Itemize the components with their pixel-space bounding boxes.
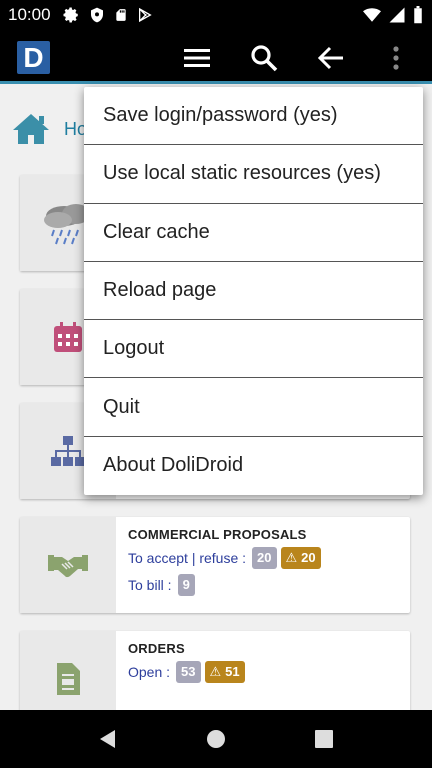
status-icons-left bbox=[62, 6, 153, 24]
proposals-title: COMMERCIAL PROPOSALS bbox=[128, 527, 307, 542]
app-bar: D bbox=[0, 30, 432, 84]
hamburger-icon bbox=[184, 49, 210, 67]
orders-open-count[interactable]: 53 bbox=[176, 661, 201, 683]
settings-icon bbox=[63, 7, 78, 23]
more-vert-icon bbox=[393, 46, 399, 70]
back-button[interactable] bbox=[313, 40, 349, 76]
status-bar: 10:00 bbox=[0, 0, 432, 30]
document-icon bbox=[57, 663, 80, 695]
nav-back-icon bbox=[100, 730, 115, 748]
nav-home-icon bbox=[207, 730, 225, 748]
nav-home-button[interactable] bbox=[204, 727, 228, 751]
menu-item-about[interactable]: About DoliDroid bbox=[84, 437, 423, 495]
menu-button[interactable] bbox=[179, 40, 215, 76]
proposals-to-bill-row[interactable]: To bill : 9 bbox=[128, 574, 321, 596]
system-nav-bar bbox=[0, 710, 432, 768]
proposals-to-bill-count[interactable]: 9 bbox=[177, 574, 195, 596]
arrow-back-icon bbox=[317, 46, 343, 70]
search-button[interactable] bbox=[246, 40, 282, 76]
sd-card-icon bbox=[116, 9, 126, 21]
proposals-to-accept-label: To accept | refuse : bbox=[128, 550, 247, 566]
nav-recents-icon bbox=[315, 730, 333, 748]
proposals-to-accept-row[interactable]: To accept | refuse : 20 ⚠ 20 bbox=[128, 547, 321, 569]
breadcrumb: Ho bbox=[12, 112, 87, 146]
status-icons-right bbox=[362, 6, 424, 24]
signal-icon bbox=[389, 7, 405, 23]
menu-item-logout[interactable]: Logout bbox=[84, 320, 423, 379]
wifi-icon bbox=[363, 8, 381, 22]
home-icon[interactable] bbox=[12, 112, 50, 146]
menu-item-quit[interactable]: Quit bbox=[84, 378, 423, 437]
warning-icon: ⚠ bbox=[209, 664, 222, 679]
org-chart-icon bbox=[51, 436, 85, 466]
overflow-menu: Save login/password (yes) Use local stat… bbox=[84, 87, 423, 496]
overflow-menu-button[interactable] bbox=[382, 40, 410, 76]
play-store-icon bbox=[139, 7, 152, 23]
proposals-late-badge[interactable]: ⚠ 20 bbox=[280, 547, 321, 569]
warning-icon: ⚠ bbox=[285, 550, 298, 565]
proposals-thumb bbox=[20, 517, 116, 613]
dolibarr-logo[interactable]: D bbox=[17, 41, 50, 74]
orders-open-label: Open : bbox=[128, 664, 171, 680]
proposals-body: COMMERCIAL PROPOSALS To accept | refuse … bbox=[128, 527, 321, 596]
proposals-to-accept-count[interactable]: 20 bbox=[252, 547, 277, 569]
search-icon bbox=[251, 45, 278, 72]
handshake-icon bbox=[48, 555, 88, 578]
proposals-late-count: 20 bbox=[301, 550, 316, 565]
calendar-icon bbox=[54, 322, 82, 352]
orders-body: ORDERS Open : 53 ⚠ 51 bbox=[128, 641, 245, 683]
commercial-proposals-card[interactable]: COMMERCIAL PROPOSALS To accept | refuse … bbox=[20, 517, 410, 613]
nav-recents-button[interactable] bbox=[312, 727, 336, 751]
battery-icon bbox=[414, 6, 422, 24]
menu-item-reload-page[interactable]: Reload page bbox=[84, 262, 423, 321]
menu-item-save-login[interactable]: Save login/password (yes) bbox=[84, 87, 423, 146]
orders-late-badge[interactable]: ⚠ 51 bbox=[204, 661, 245, 683]
proposals-to-bill-label: To bill : bbox=[128, 577, 172, 593]
status-time: 10:00 bbox=[8, 5, 51, 24]
nav-back-button[interactable] bbox=[96, 727, 120, 751]
menu-item-clear-cache[interactable]: Clear cache bbox=[84, 204, 423, 262]
orders-late-count: 51 bbox=[225, 664, 240, 679]
orders-title: ORDERS bbox=[128, 641, 185, 656]
shield-icon bbox=[91, 7, 103, 23]
orders-open-row[interactable]: Open : 53 ⚠ 51 bbox=[128, 661, 245, 683]
menu-item-use-local-resources[interactable]: Use local static resources (yes) bbox=[84, 145, 423, 204]
